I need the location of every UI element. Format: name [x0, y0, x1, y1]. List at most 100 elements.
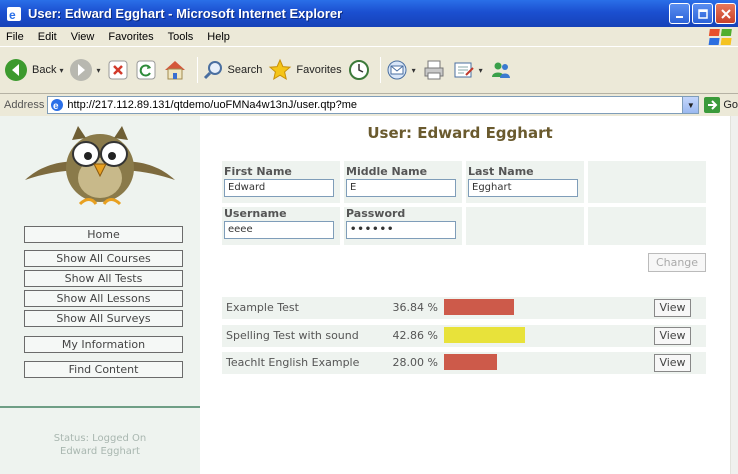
test-row: Spelling Test with sound 42.86 % View — [222, 325, 706, 347]
refresh-icon — [136, 60, 155, 80]
nav-show-all-lessons-button[interactable]: Show All Lessons — [24, 290, 183, 307]
sidebar: Home Show All Courses Show All Tests Sho… — [0, 116, 200, 474]
last-name-input[interactable]: Egghart — [468, 179, 578, 197]
star-icon — [269, 58, 292, 81]
menu-bar: File Edit View Favorites Tools Help — [0, 27, 738, 46]
mail-button[interactable]: ▾ — [385, 59, 416, 81]
menu-view[interactable]: View — [64, 31, 102, 43]
score-bar — [444, 327, 526, 343]
minimize-button[interactable] — [669, 3, 690, 24]
address-url: http://217.112.89.131/qtdemo/uoFMNa4w13n… — [67, 99, 358, 111]
close-button[interactable] — [715, 3, 736, 24]
username-label: Username — [224, 207, 287, 220]
score-bar — [444, 354, 498, 370]
menu-edit[interactable]: Edit — [31, 31, 64, 43]
password-label: Password — [346, 207, 406, 220]
vertical-scrollbar[interactable] — [730, 116, 738, 474]
stop-button[interactable] — [107, 59, 129, 81]
printer-icon — [424, 60, 444, 80]
forward-button[interactable]: ▾ — [69, 58, 101, 82]
login-username: Edward Egghart — [60, 446, 140, 457]
mail-dropdown-icon[interactable]: ▾ — [412, 66, 416, 75]
back-button[interactable]: Back ▾ — [4, 58, 63, 82]
nav-show-all-tests-button[interactable]: Show All Tests — [24, 270, 183, 287]
test-score: 36.84 % — [392, 301, 438, 314]
windows-flag-icon — [708, 29, 732, 45]
browser-toolbar: Back ▾ ▾ Search Favorites ▾ ▾ — [0, 46, 738, 94]
login-status: Status: Logged On — [53, 433, 147, 444]
search-button[interactable]: Search — [202, 59, 263, 81]
go-button[interactable]: Go — [704, 97, 738, 113]
owl-logo — [25, 126, 175, 206]
go-arrow-icon — [704, 97, 721, 113]
messenger-button[interactable] — [489, 59, 513, 81]
view-button[interactable]: View — [654, 354, 691, 372]
test-row: Example Test 36.84 % View — [222, 297, 706, 319]
main-panel: User: Edward Egghart First Name Edward M… — [200, 116, 738, 474]
mail-icon — [387, 60, 407, 80]
address-bar: Address e http://217.112.89.131/qtdemo/u… — [0, 94, 738, 116]
svg-text:e: e — [53, 101, 59, 112]
search-label: Search — [227, 64, 263, 76]
nav-show-all-courses-button[interactable]: Show All Courses — [24, 250, 183, 267]
edit-button[interactable]: ▾ — [452, 59, 483, 81]
maximize-button[interactable] — [692, 3, 713, 24]
home-icon — [164, 61, 185, 80]
score-bar — [444, 299, 514, 315]
menu-favorites[interactable]: Favorites — [101, 31, 160, 43]
edit-dropdown-icon[interactable]: ▾ — [479, 66, 483, 75]
menu-file[interactable]: File — [0, 31, 31, 43]
favorites-label: Favorites — [296, 64, 342, 76]
page-icon: e — [51, 99, 64, 112]
middle-name-label: Middle Name — [346, 165, 428, 178]
test-score: 28.00 % — [392, 356, 438, 369]
menu-help[interactable]: Help — [200, 31, 237, 43]
empty-cell — [588, 161, 706, 203]
page-content: Home Show All Courses Show All Tests Sho… — [0, 116, 738, 474]
nav-find-content-button[interactable]: Find Content — [24, 361, 183, 378]
page-title: User: Edward Egghart — [367, 124, 553, 142]
toolbar-divider — [379, 57, 381, 83]
score-bar-track — [444, 299, 634, 315]
score-bar-track — [444, 327, 634, 343]
messenger-icon — [491, 62, 510, 78]
history-button[interactable] — [348, 59, 370, 81]
username-input[interactable]: eeee — [224, 221, 334, 239]
menu-tools[interactable]: Tools — [161, 31, 201, 43]
window-title: User: Edward Egghart - Microsoft Interne… — [28, 6, 343, 21]
view-button[interactable]: View — [654, 299, 691, 317]
title-bar: e User: Edward Egghart - Microsoft Inter… — [0, 0, 738, 27]
last-name-label: Last Name — [468, 165, 534, 178]
test-name: Spelling Test with sound — [226, 329, 359, 342]
test-name: Example Test — [226, 301, 299, 314]
close-icon — [720, 8, 731, 19]
toolbar-divider — [196, 57, 198, 83]
view-button[interactable]: View — [654, 327, 691, 345]
middle-name-input[interactable]: E — [346, 179, 456, 197]
svg-text:e: e — [9, 8, 16, 22]
ie-icon: e — [7, 6, 21, 22]
test-row: TeachIt English Example 28.00 % View — [222, 352, 706, 374]
test-name: TeachIt English Example — [226, 356, 360, 369]
history-icon — [348, 60, 369, 80]
score-bar-track — [444, 354, 634, 370]
refresh-button[interactable] — [135, 59, 157, 81]
nav-my-information-button[interactable]: My Information — [24, 336, 183, 353]
home-button[interactable] — [163, 59, 187, 81]
empty-cell — [588, 207, 706, 245]
minimize-icon — [675, 15, 683, 18]
address-dropdown-icon[interactable]: ▼ — [682, 97, 699, 113]
change-button[interactable]: Change — [648, 253, 706, 272]
back-dropdown-icon[interactable]: ▾ — [59, 66, 63, 75]
print-button[interactable] — [422, 59, 446, 81]
nav-show-all-surveys-button[interactable]: Show All Surveys — [24, 310, 183, 327]
nav-home-button[interactable]: Home — [24, 226, 183, 243]
password-input[interactable]: •••••• — [346, 221, 456, 239]
go-label: Go — [723, 99, 738, 111]
status-divider — [0, 406, 200, 408]
favorites-button[interactable]: Favorites — [268, 58, 342, 82]
address-label: Address — [4, 99, 45, 111]
forward-dropdown-icon[interactable]: ▾ — [96, 66, 100, 75]
first-name-input[interactable]: Edward — [224, 179, 334, 197]
address-input[interactable]: e http://217.112.89.131/qtdemo/uoFMNa4w1… — [47, 96, 700, 114]
